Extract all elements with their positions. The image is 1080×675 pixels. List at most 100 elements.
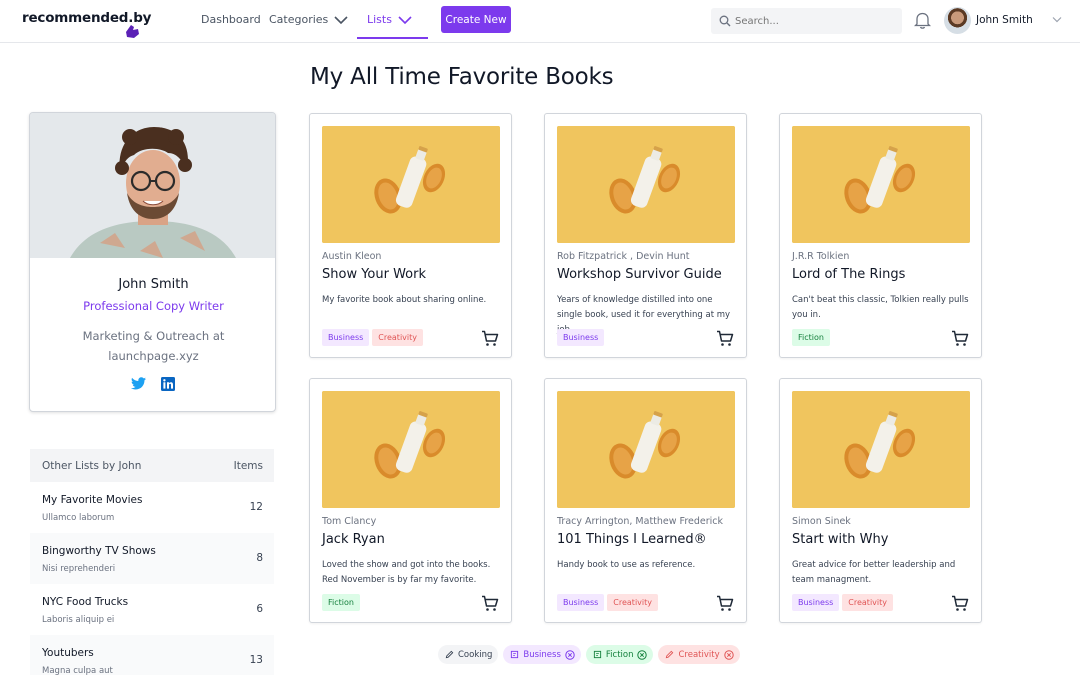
hand-logo-icon (126, 25, 139, 38)
nav-dashboard-label: Dashboard (201, 13, 261, 26)
book-author: Tom Clancy (322, 516, 377, 527)
list-item-count: 6 (256, 603, 263, 615)
filter-chip-label: Fiction (605, 649, 634, 660)
list-item-count: 8 (256, 552, 263, 564)
book-author: J.R.R Tolkien (792, 251, 850, 262)
user-avatar[interactable] (944, 7, 971, 34)
list-item-count: 12 (249, 501, 263, 513)
filter-chip-creativity[interactable]: Creativity (658, 645, 740, 664)
book-tags: Business (557, 329, 605, 346)
filter-chip-fiction[interactable]: Fiction (585, 645, 654, 664)
tag-creativity[interactable]: Creativity (372, 329, 423, 346)
list-item-subtitle: Laboris aliquip ei (42, 615, 115, 625)
list-item[interactable]: My Favorite Movies Ullamco laborum 12 (30, 482, 274, 533)
cart-icon[interactable] (951, 595, 969, 612)
cart-icon[interactable] (951, 330, 969, 347)
filter-chip-cooking[interactable]: Cooking (438, 645, 499, 664)
list-item-title: NYC Food Trucks (42, 596, 129, 608)
list-item[interactable]: Youtubers Magna culpa aut 13 (30, 635, 274, 675)
tag-business[interactable]: Business (792, 594, 840, 611)
cart-icon[interactable] (716, 595, 734, 612)
cart-icon[interactable] (481, 595, 499, 612)
book-title[interactable]: Lord of The Rings (792, 267, 905, 282)
list-item-title: Youtubers (42, 647, 94, 659)
list-item-count: 13 (249, 654, 263, 666)
filter-chips: Cooking Business Fiction Creativity (438, 645, 740, 664)
remove-circle-icon[interactable] (637, 649, 648, 660)
book-card[interactable]: Simon Sinek Start with Why Great advice … (779, 378, 982, 623)
list-item-subtitle: Magna culpa aut (42, 666, 113, 675)
book-description: Loved the show and got into the books. R… (322, 560, 491, 585)
profile-card: John Smith Professional Copy Writer Mark… (29, 112, 276, 412)
cart-icon[interactable] (716, 330, 734, 347)
book-author: Austin Kleon (322, 251, 382, 262)
tag-business[interactable]: Business (557, 594, 605, 611)
tag-business[interactable]: Business (322, 329, 370, 346)
nav-lists[interactable]: Lists (367, 13, 412, 26)
book-tags: Business Creativity (792, 594, 893, 611)
list-item-subtitle: Nisi reprehenderi (42, 564, 116, 574)
page-title: My All Time Favorite Books (310, 64, 614, 90)
chevron-down-icon (334, 15, 348, 24)
book-title[interactable]: Workshop Survivor Guide (557, 267, 722, 282)
tag-creativity[interactable]: Creativity (842, 594, 893, 611)
tag-fiction[interactable]: Fiction (322, 594, 360, 611)
book-author: Tracy Arrington, Matthew Frederick (557, 516, 724, 527)
search-box (711, 8, 902, 34)
list-item[interactable]: Bingworthy TV Shows Nisi reprehenderi 8 (30, 533, 274, 584)
profile-org: Marketing & Outreach at launchpage.xyz (82, 329, 225, 363)
book-card[interactable]: J.R.R Tolkien Lord of The Rings Can't be… (779, 113, 982, 358)
book-tags: Business Creativity (322, 329, 423, 346)
nav-categories-label: Categories (269, 13, 329, 26)
bell-icon[interactable] (914, 11, 931, 30)
book-cover-image (557, 126, 735, 243)
book-title[interactable]: 101 Things I Learned® (557, 532, 707, 547)
tag-fiction[interactable]: Fiction (792, 329, 830, 346)
book-description: My favorite book about sharing online. (322, 295, 487, 305)
book-cover-image (792, 126, 970, 243)
profile-role: Professional Copy Writer (83, 299, 224, 313)
book-tags: Fiction (792, 329, 830, 346)
book-title[interactable]: Show Your Work (322, 267, 426, 282)
chevron-down-icon[interactable] (1052, 16, 1062, 23)
other-lists-header: Other Lists by John Items (30, 449, 274, 482)
nav-dashboard[interactable]: Dashboard (201, 13, 261, 26)
other-lists-title: Other Lists by John (42, 459, 142, 472)
linkedin-icon[interactable] (161, 377, 175, 391)
book-card[interactable]: Tracy Arrington, Matthew Frederick 101 T… (544, 378, 747, 623)
list-item-title: Bingworthy TV Shows (42, 545, 156, 557)
book-card[interactable]: Austin Kleon Show Your Work My favorite … (309, 113, 512, 358)
book-tags: Business Creativity (557, 594, 658, 611)
book-title[interactable]: Jack Ryan (322, 532, 385, 547)
book-cover-image (322, 391, 500, 508)
book-cover-image (557, 391, 735, 508)
book-description: Great advice for better leadership and t… (792, 560, 956, 585)
twitter-icon[interactable] (131, 377, 146, 390)
book-author: Rob Fitzpatrick , Devin Hunt (557, 251, 690, 262)
chevron-down-icon (398, 15, 412, 24)
remove-circle-icon[interactable] (723, 649, 734, 660)
list-item-title: My Favorite Movies (42, 494, 143, 506)
profile-photo-illustration (30, 113, 275, 258)
book-author: Simon Sinek (792, 516, 851, 527)
filter-chip-label: Cooking (458, 649, 493, 660)
book-description: Handy book to use as reference. (557, 560, 696, 570)
create-new-button[interactable]: Create New (441, 6, 511, 33)
user-name[interactable]: John Smith (976, 14, 1033, 26)
active-tab-indicator (357, 37, 428, 39)
search-icon (719, 15, 731, 27)
tag-creativity[interactable]: Creativity (607, 594, 658, 611)
book-cover-image (322, 126, 500, 243)
cart-icon[interactable] (481, 330, 499, 347)
tag-business[interactable]: Business (557, 329, 605, 346)
list-item[interactable]: NYC Food Trucks Laboris aliquip ei 6 (30, 584, 274, 635)
remove-circle-icon[interactable] (565, 649, 575, 660)
filter-chip-business[interactable]: Business (503, 645, 581, 664)
nav-categories[interactable]: Categories (269, 13, 348, 26)
book-card[interactable]: Tom Clancy Jack Ryan Loved the show and … (309, 378, 512, 623)
book-title[interactable]: Start with Why (792, 532, 888, 547)
book-card[interactable]: Rob Fitzpatrick , Devin Hunt Workshop Su… (544, 113, 747, 358)
nav-lists-label: Lists (367, 13, 392, 26)
book-icon (593, 650, 601, 659)
search-input[interactable] (735, 12, 895, 30)
